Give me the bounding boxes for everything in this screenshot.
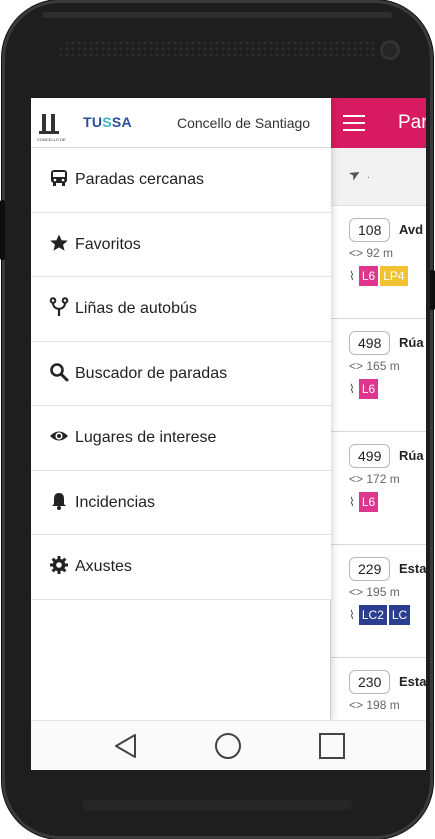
search-icon [50,362,69,381]
menu-item-label: Lugares de interese [75,429,217,446]
stop-lines: ⌇ L6 LP4 [349,266,410,286]
volume-button [0,200,5,260]
distance-value: 165 m [366,359,400,373]
menu-item-label: Axustes [75,558,132,575]
distance-icon: <> [349,585,364,599]
stop-number: 230 [349,670,391,694]
home-icon[interactable] [215,733,241,759]
line-badge: L6 [358,266,379,286]
eye-icon [50,431,68,441]
stop-name: Rúa [399,448,424,463]
front-camera [380,40,400,60]
concello-logo: CONCELLO DE [37,104,67,142]
distance-value: 195 m [366,585,400,599]
menu-item-paradas-cercanas[interactable]: Paradas cercanas [31,148,331,213]
stop-number: 498 [349,331,391,355]
distance-value: 92 m [366,246,394,260]
stop-distance: <> 198 m [349,698,400,712]
stop-name: Esta [399,674,426,689]
tussa-logo: TUSSA [83,114,132,130]
bell-icon [52,492,66,510]
route-icon: ⌇ [349,269,355,283]
menu-item-linas-autobus[interactable]: Liñas de autobús [31,277,331,342]
route-icon: ⌇ [349,495,355,509]
stop-card[interactable]: 229 Esta <> 195 m ⌇ LC2 LC [331,545,426,658]
stop-lines: ⌇ L6 [349,492,380,512]
screen: Par ➤ . 108 Avd <> 92 m ⌇ L6 LP4 498 Rúa… [31,98,426,770]
stop-number: 229 [349,557,391,581]
line-badge: L6 [358,492,379,512]
app-bar: Par [331,98,426,148]
menu-item-incidencias[interactable]: Incidencias [31,470,331,535]
line-badge: L6 [358,379,379,399]
distance-icon: <> [349,359,364,373]
distance-icon: <> [349,472,364,486]
distance-icon: <> [349,698,364,712]
menu-item-axustes[interactable]: Axustes [31,535,331,600]
route-icon: ⌇ [349,382,355,396]
menu-item-favoritos[interactable]: Favoritos [31,212,331,277]
location-arrow-icon: ➤ [345,164,364,184]
app-title: Par [398,112,426,133]
location-bar[interactable]: ➤ . [331,148,426,206]
stop-lines: ⌇ L6 [349,379,380,399]
drawer-header: CONCELLO DE TUSSA Concello de Santiago [31,98,331,148]
stop-card[interactable]: 499 Rúa <> 172 m ⌇ L6 [331,432,426,545]
distance-value: 198 m [366,698,400,712]
stop-number: 108 [349,218,391,242]
stop-distance: <> 195 m [349,585,400,599]
stop-distance: <> 92 m [349,246,393,260]
star-icon [50,234,68,251]
drawer-header-title: Concello de Santiago [177,115,311,131]
location-text: . [367,170,370,181]
stop-card[interactable]: 108 Avd <> 92 m ⌇ L6 LP4 [331,206,426,319]
power-button [430,270,435,310]
route-icon: ⌇ [349,608,355,622]
line-badge: LC2 [358,605,387,625]
menu-item-lugares-interese[interactable]: Lugares de interese [31,406,331,471]
menu-item-label: Incidencias [75,493,156,511]
back-icon[interactable] [113,733,139,759]
stop-distance: <> 172 m [349,472,400,486]
stop-name: Avd [399,222,424,237]
stop-name: Rúa [399,335,424,350]
bottom-speaker [82,800,352,810]
stop-name: Esta [399,561,426,576]
drawer-menu: Paradas cercanas Favoritos Liñas de auto… [31,148,331,600]
bus-icon [51,170,67,186]
gear-icon [50,556,68,574]
distance-icon: <> [349,246,364,260]
menu-item-label: Liñas de autobús [75,300,197,317]
menu-item-label: Favoritos [75,235,141,253]
phone-top-edge [42,12,392,18]
route-fork-icon [49,297,69,316]
recent-apps-icon[interactable] [319,733,345,759]
line-badge: LC [388,605,411,625]
earpiece-speaker [58,40,378,60]
navigation-drawer: CONCELLO DE TUSSA Concello de Santiago P… [31,98,331,720]
stop-lines: ⌇ LC2 LC [349,605,412,625]
line-badge: LP4 [380,266,408,286]
stop-number: 499 [349,444,391,468]
menu-item-label: Buscador de paradas [75,364,228,382]
distance-value: 172 m [366,472,400,486]
android-nav-bar [31,720,426,770]
menu-item-buscador-paradas[interactable]: Buscador de paradas [31,341,331,406]
menu-item-label: Paradas cercanas [75,171,204,188]
stop-card[interactable]: 498 Rúa <> 165 m ⌇ L6 [331,319,426,432]
hamburger-menu-icon[interactable] [343,115,365,131]
stop-distance: <> 165 m [349,359,400,373]
